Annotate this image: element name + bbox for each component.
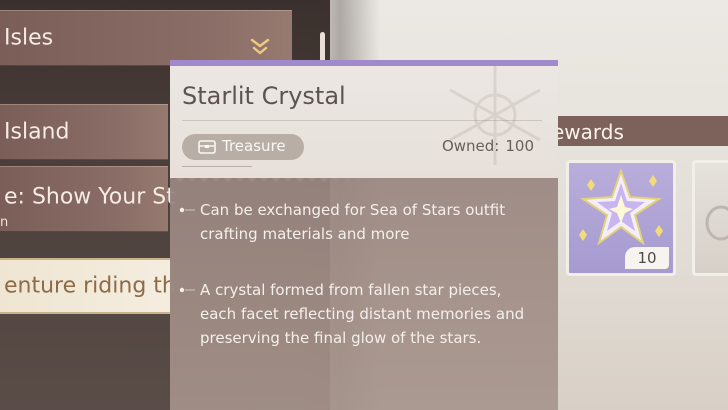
quest-row-label: Island [4, 119, 70, 145]
item-type-badge: Treasure [182, 134, 304, 160]
tooltip-header: Starlit Crystal Treasure Owned: 100 [170, 60, 558, 178]
bullet-icon [179, 287, 195, 293]
quest-row-island[interactable]: Island [0, 104, 168, 160]
quest-row-show-your-style[interactable]: e: Show Your St n [0, 166, 175, 232]
owned-value: 100 [505, 137, 534, 155]
item-description-2: A crystal formed from fallen star pieces… [200, 281, 525, 347]
quest-row-label: e: Show Your St [4, 184, 175, 210]
owned-count: Owned: 100 [442, 137, 534, 155]
quest-row-label: enture riding th [4, 273, 176, 299]
bullet-icon [179, 207, 195, 213]
tooltip-body: Can be exchanged for Sea of Stars outfit… [170, 178, 558, 410]
item-type-label: Treasure [222, 137, 286, 155]
reward-item-2[interactable] [692, 160, 728, 276]
quest-row-adventure[interactable]: enture riding th [0, 258, 176, 314]
starlit-crystal-icon [579, 167, 663, 246]
quest-row-label: Isles [4, 25, 54, 51]
rewards-label: ewards [552, 120, 624, 144]
ring-icon [705, 205, 728, 241]
decorative-line [182, 166, 252, 167]
reward-item-starlit-crystal[interactable]: 10 [566, 160, 676, 276]
item-description-1: Can be exchanged for Sea of Stars outfit… [200, 201, 506, 243]
quest-row-isles[interactable]: Isles [0, 10, 292, 66]
tooltip-title: Starlit Crystal [182, 82, 346, 110]
quest-row-sublabel: n [0, 215, 9, 230]
reward-quantity: 10 [625, 247, 669, 269]
tooltip-divider [182, 120, 542, 121]
chevron-down-icon[interactable] [248, 35, 272, 59]
item-tooltip: Starlit Crystal Treasure Owned: 100 Can b… [170, 60, 558, 410]
treasure-chest-icon [198, 140, 216, 154]
owned-label: Owned: [441, 137, 500, 155]
